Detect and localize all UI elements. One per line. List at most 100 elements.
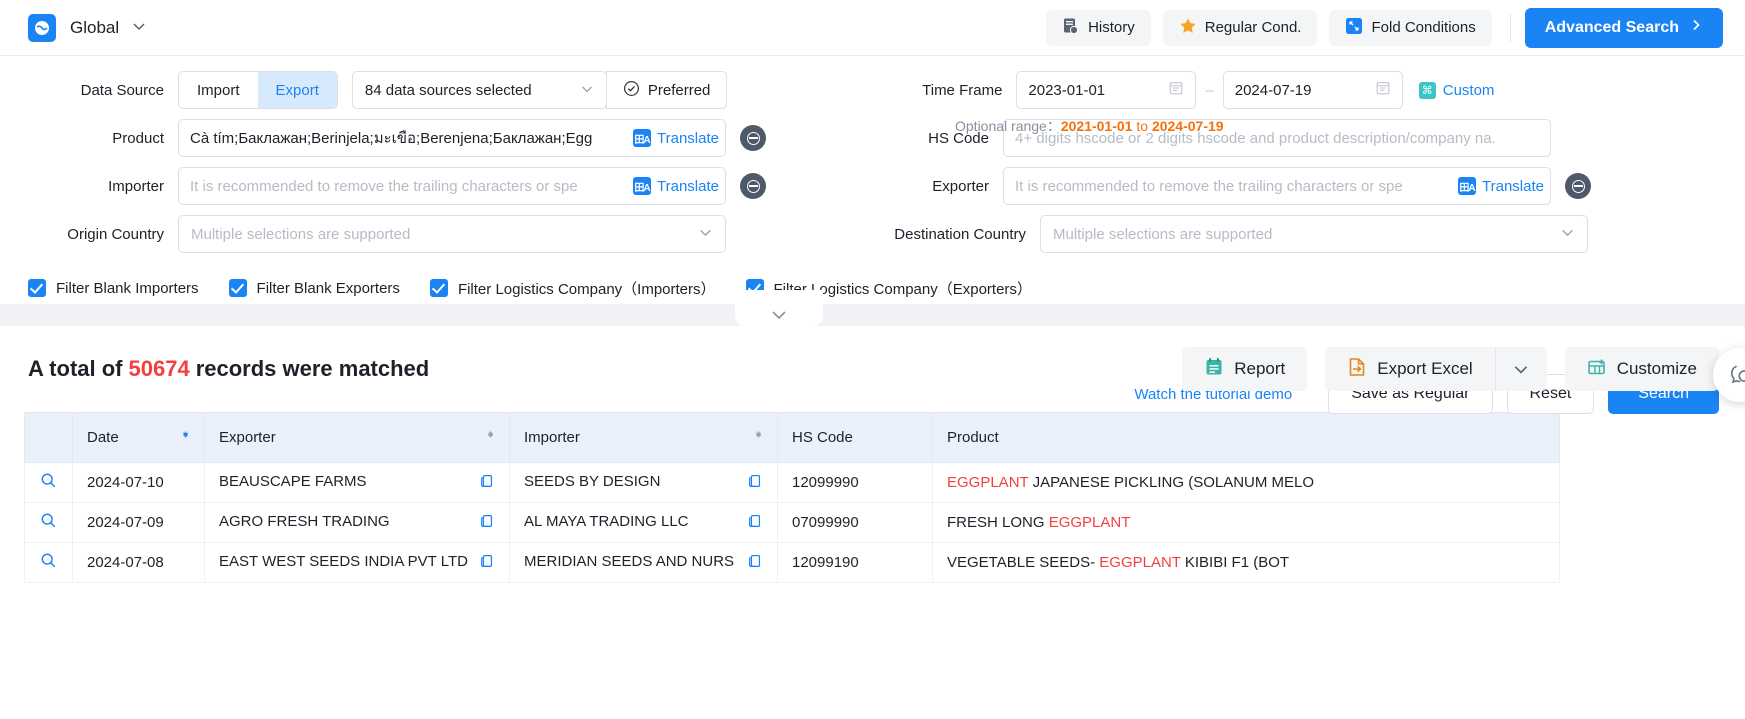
product-translate-button[interactable]: 田A Translate (627, 129, 719, 147)
calendar-icon[interactable] (1375, 80, 1391, 100)
row-detail-button[interactable] (24, 502, 73, 543)
fold-conditions-label: Fold Conditions (1371, 19, 1476, 36)
checkbox-label: Filter Blank Importers (56, 279, 199, 297)
table-header-product: Product (932, 412, 1560, 463)
history-button[interactable]: History (1046, 9, 1151, 46)
row-detail-button[interactable] (24, 542, 73, 583)
checkbox-label: Filter Logistics Company（Importers） (457, 280, 716, 298)
table-row[interactable]: 2024-07-08 EAST WEST SEEDS INDIA PVT LTD… (24, 542, 1560, 583)
exporter-exclude-icon[interactable] (1565, 173, 1591, 199)
product-exclude-icon[interactable] (740, 125, 766, 151)
table-header-hs-code-label: HS Code (792, 429, 853, 446)
data-sources-dropdown[interactable]: 84 data sources selected (351, 71, 607, 109)
importer-translate-label: Translate (657, 177, 719, 195)
customize-button[interactable]: Customize (1564, 347, 1719, 391)
destination-country-placeholder: Multiple selections are supported (1053, 225, 1273, 243)
results-header: A total of 50674 records were matched Repo… (0, 326, 1745, 412)
table-header-importer[interactable]: Importer ▲ ▼ (509, 412, 778, 463)
segment-export[interactable]: Export (257, 72, 337, 108)
advanced-search-button[interactable]: Advanced Search (1524, 7, 1723, 48)
table-header-hs-code: HS Code (777, 412, 933, 463)
fold-conditions-button[interactable]: Fold Conditions (1329, 9, 1492, 46)
copy-icon[interactable] (479, 513, 495, 533)
export-excel-dropdown-toggle[interactable] (1494, 347, 1547, 391)
cell-exporter: BEAUSCAPE FARMS (204, 462, 510, 503)
preferred-button[interactable]: Preferred (605, 71, 728, 109)
table-header-product-label: Product (947, 429, 999, 446)
preferred-label: Preferred (647, 81, 711, 99)
sort-toggle-exporter[interactable]: ▲ ▼ (486, 429, 495, 440)
data-sources-value: 84 data sources selected (364, 81, 532, 99)
data-source-segment[interactable]: Import Export (178, 71, 338, 109)
check-circle-icon (623, 80, 640, 101)
checkbox-filter-blank-exporters[interactable]: Filter Blank Exporters (228, 279, 400, 297)
regular-cond-button[interactable]: Regular Cond. (1162, 9, 1318, 46)
search-icon[interactable] (40, 473, 57, 493)
row-product: Product Cà tím;Баклажан;Berinjela;มะเขือ… (0, 114, 1745, 162)
row-importer: Importer It is recommended to remove the… (0, 162, 1745, 210)
cell-importer: AL MAYA TRADING LLC (509, 502, 778, 543)
chevron-down-icon (580, 82, 594, 99)
globe-icon (28, 13, 56, 42)
copy-icon[interactable] (479, 473, 495, 493)
time-frame-end-value: 2024-07-19 (1234, 81, 1312, 99)
table-header-exporter[interactable]: Exporter ▲ ▼ (204, 412, 510, 463)
time-frame-end-input[interactable]: 2024-07-19 (1222, 71, 1403, 109)
custom-range-button[interactable]: ⌘ Custom (1418, 81, 1494, 99)
cell-importer-text: SEEDS BY DESIGN (524, 472, 661, 490)
product-post: JAPANESE PICKLING (SOLANUM MELO (1028, 474, 1315, 491)
results-section: A total of 50674 records were matched Repo… (0, 326, 1745, 583)
chevron-down-icon[interactable] (131, 18, 147, 38)
optional-range-to-word: to (1136, 118, 1149, 134)
region-label[interactable]: Global (70, 18, 119, 38)
segment-import[interactable]: Import (179, 72, 258, 108)
top-bar: Global History Regular Cond. Fold Condit… (0, 0, 1745, 56)
report-button[interactable]: Report (1182, 347, 1308, 391)
table-header-date[interactable]: Date ▲ ▼ (72, 412, 205, 463)
copy-icon[interactable] (479, 553, 495, 573)
cell-importer: MERIDIAN SEEDS AND NURS (509, 542, 778, 583)
importer-label: Importer (108, 177, 164, 195)
origin-country-select[interactable]: Multiple selections are supported (178, 215, 726, 253)
checkbox-filter-logistics-importers[interactable]: Filter Logistics Company（Importers） (429, 278, 716, 299)
advanced-search-label: Advanced Search (1544, 18, 1679, 36)
sort-toggle-importer[interactable]: ▲ ▼ (754, 429, 763, 440)
search-icon[interactable] (40, 553, 57, 573)
product-input[interactable]: Cà tím;Баклажан;Berinjela;มะเขือ;Berenje… (178, 119, 726, 157)
importer-placeholder: It is recommended to remove the trailing… (190, 177, 578, 195)
table-header-exporter-label: Exporter (219, 429, 276, 446)
importer-input[interactable]: It is recommended to remove the trailing… (178, 167, 726, 205)
time-frame-start-input[interactable]: 2023-01-01 (1016, 71, 1197, 109)
product-post: KIBIBI F1 (BOT (1180, 554, 1290, 571)
copy-icon[interactable] (747, 553, 763, 573)
calendar-icon[interactable] (1168, 80, 1184, 100)
checkbox-filter-blank-importers[interactable]: Filter Blank Importers (28, 279, 199, 297)
product-highlight: EGGPLANT (947, 474, 1029, 491)
copy-icon[interactable] (747, 513, 763, 533)
sort-toggle-date[interactable]: ▲ ▼ (181, 429, 190, 440)
checkbox-label: Filter Blank Exporters (256, 279, 400, 297)
copy-icon[interactable] (747, 473, 763, 493)
importer-translate-button[interactable]: 田A Translate (627, 177, 719, 195)
grid-icon: ⌘ (1418, 81, 1436, 99)
report-icon (1204, 357, 1224, 382)
results-total-suffix: records were matched (195, 356, 430, 381)
cell-importer: SEEDS BY DESIGN (509, 462, 778, 503)
product-value: Cà tím;Баклажан;Berinjela;มะเขือ;Berenje… (190, 130, 593, 147)
table-row[interactable]: 2024-07-09 AGRO FRESH TRADING AL MAYA TR… (24, 502, 1560, 543)
destination-country-select[interactable]: Multiple selections are supported (1040, 215, 1588, 253)
row-detail-button[interactable] (24, 462, 73, 503)
cell-date: 2024-07-08 (72, 542, 205, 583)
search-icon[interactable] (40, 513, 57, 533)
chevron-down-icon (698, 225, 713, 243)
exporter-translate-button[interactable]: 田A Translate (1452, 177, 1544, 195)
table-row[interactable]: 2024-07-10 BEAUSCAPE FARMS SEEDS BY DESI… (24, 462, 1560, 503)
collapse-panel-toggle[interactable] (735, 290, 823, 326)
cell-product: EGGPLANT JAPANESE PICKLING (SOLANUM MELO (932, 462, 1560, 503)
exporter-input[interactable]: It is recommended to remove the trailing… (1003, 167, 1551, 205)
importer-exclude-icon[interactable] (740, 173, 766, 199)
export-excel-button[interactable]: Export Excel (1325, 347, 1495, 391)
results-table: Date ▲ ▼ Exporter ▲ ▼ Importer ▲ ▼ HS Code … (24, 412, 1560, 583)
exporter-translate-label: Translate (1482, 177, 1544, 195)
customize-label: Customize (1616, 359, 1697, 378)
